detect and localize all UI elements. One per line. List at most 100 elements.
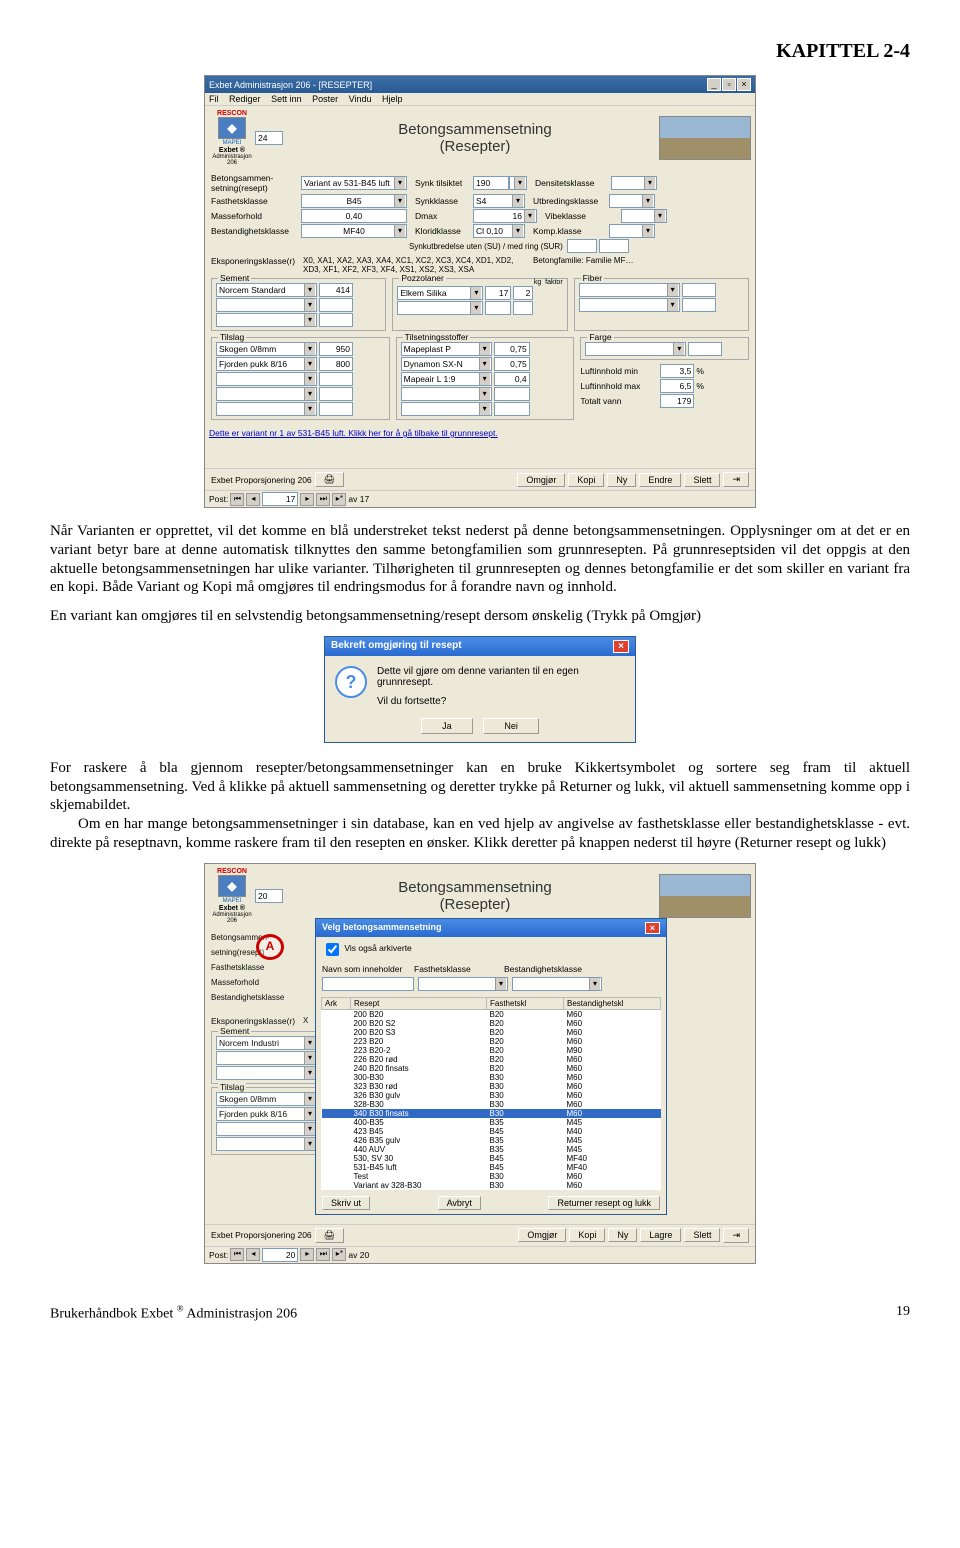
tilslag-2v[interactable]: 800 (319, 357, 353, 371)
bg-tilslag-3[interactable] (216, 1122, 317, 1136)
fld-luftmin[interactable]: 3,5 (660, 364, 694, 378)
fld-dmax[interactable]: 16 (473, 209, 537, 223)
btn2-slett[interactable]: Slett (684, 1228, 720, 1242)
tilslag-3[interactable] (216, 372, 317, 386)
fld-masse[interactable]: 0,40 (301, 209, 407, 223)
bg-sement-2[interactable] (216, 1051, 317, 1065)
tilset-5[interactable] (401, 402, 492, 416)
btn-nei[interactable]: Nei (483, 718, 539, 734)
nav-first-2[interactable]: ⏮ (230, 1248, 244, 1261)
tilslag-2[interactable]: Fjorden pukk 8/16 (216, 357, 317, 371)
nav-next-2[interactable]: ▸ (300, 1248, 314, 1261)
bg-sement-3[interactable] (216, 1066, 317, 1080)
tilslag-4[interactable] (216, 387, 317, 401)
pozz-kg2[interactable] (485, 301, 511, 315)
filter-best[interactable] (512, 977, 602, 991)
table-row[interactable]: 223 B20B20M60 (322, 1037, 661, 1046)
pozz-name[interactable]: Elkem Silika (397, 286, 483, 300)
dd-synk[interactable] (509, 176, 527, 190)
bg-sement-name[interactable]: Norcem Industri (216, 1036, 317, 1050)
fld-su[interactable] (567, 239, 597, 253)
close-icon[interactable]: × (613, 640, 629, 653)
menu-poster[interactable]: Poster (312, 94, 338, 104)
tilset-2v[interactable]: 0,75 (494, 357, 530, 371)
tilset-4v[interactable] (494, 387, 530, 401)
pozz-fak2[interactable] (513, 301, 533, 315)
menu-hjelp[interactable]: Hjelp (382, 94, 403, 104)
table-row[interactable]: 223 B20-2B20M90 (322, 1046, 661, 1055)
table-row[interactable]: 200 B20B20M60 (322, 1009, 661, 1019)
table-row[interactable]: 423 B45B45M40 (322, 1127, 661, 1136)
fld-totvann[interactable]: 179 (660, 394, 694, 408)
bg-tilslag-4[interactable] (216, 1137, 317, 1151)
table-row[interactable]: 200 B20 S3B20M60 (322, 1028, 661, 1037)
nav-last-2[interactable]: ⏭ (316, 1248, 330, 1261)
nav-next[interactable]: ▸ (300, 493, 314, 506)
menu-fil[interactable]: Fil (209, 94, 219, 104)
fld-luftmax[interactable]: 6,5 (660, 379, 694, 393)
fld-klorid[interactable]: Cl 0,10 (473, 224, 525, 238)
fld-best[interactable]: MF40 (301, 224, 407, 238)
table-row[interactable]: Variant av 328-B30B30M60 (322, 1181, 661, 1190)
pozz-fak[interactable]: 2 (513, 286, 533, 300)
menu-rediger[interactable]: Rediger (229, 94, 261, 104)
fld-utbr[interactable] (609, 194, 655, 208)
table-row[interactable]: 531-B45 luftB45MF40 (322, 1163, 661, 1172)
bg-tilslag-2[interactable]: Fjorden pukk 8/16 (216, 1107, 317, 1121)
fiber-val2[interactable] (682, 298, 716, 312)
tilset-3[interactable]: Mapeair L 1:9 (401, 372, 492, 386)
fld-synk[interactable]: 190 (473, 176, 509, 190)
fld-komp[interactable] (609, 224, 655, 238)
fiber-name2[interactable] (579, 298, 680, 312)
sement-val[interactable]: 414 (319, 283, 353, 297)
exit-icon-2[interactable]: ⇥ (723, 1228, 749, 1243)
tilslag-5[interactable] (216, 402, 317, 416)
tilset-2[interactable]: Dynamon SX-N (401, 357, 492, 371)
col-best[interactable]: Bestandighetskl (564, 997, 661, 1009)
sement-name2[interactable] (216, 298, 317, 312)
table-row[interactable]: 226 B20 rødB20M60 (322, 1055, 661, 1064)
pozz-name2[interactable] (397, 301, 483, 315)
table-row[interactable]: 426 B35 gulvB35M45 (322, 1136, 661, 1145)
fiber-val[interactable] (682, 283, 716, 297)
menubar[interactable]: Fil Rediger Sett inn Poster Vindu Hjelp (205, 93, 755, 106)
status-num-2[interactable]: 20 (262, 1248, 298, 1262)
tilset-3v[interactable]: 0,4 (494, 372, 530, 386)
fld-dens[interactable] (611, 176, 657, 190)
btn-ny[interactable]: Ny (607, 473, 636, 487)
fld-sur[interactable] (599, 239, 629, 253)
fiber-name[interactable] (579, 283, 680, 297)
nav-first[interactable]: ⏮ (230, 493, 244, 506)
tilslag-3v[interactable] (319, 372, 353, 386)
btn-omgjor[interactable]: Omgjør (517, 473, 565, 487)
chk-archived[interactable]: Vis også arkiverte (322, 943, 412, 953)
table-row[interactable]: 240 B20 finsatsB20M60 (322, 1064, 661, 1073)
btn-kopi[interactable]: Kopi (568, 473, 604, 487)
window-controls[interactable]: _▫× (706, 78, 751, 91)
nav-prev[interactable]: ◂ (246, 493, 260, 506)
pozz-kg[interactable]: 17 (485, 286, 511, 300)
variant-link[interactable]: Dette er variant nr 1 av 531-B45 luft. K… (205, 426, 755, 440)
tilset-5v[interactable] (494, 402, 530, 416)
filter-fasthet[interactable] (418, 977, 508, 991)
sement-name[interactable]: Norcem Standard (216, 283, 317, 297)
fld-fasthet[interactable]: B45 (301, 194, 407, 208)
table-row[interactable]: 326 B30 gulvB30M60 (322, 1091, 661, 1100)
btn-ja[interactable]: Ja (421, 718, 473, 734)
exit-icon[interactable]: ⇥ (723, 472, 749, 487)
btn-avbryt[interactable]: Avbryt (438, 1196, 481, 1210)
btn-endre[interactable]: Endre (639, 473, 681, 487)
table-row[interactable]: 300-B30B30M60 (322, 1073, 661, 1082)
col-fasthet[interactable]: Fasthetskl (487, 997, 564, 1009)
filter-navn[interactable] (322, 977, 414, 991)
btn2-lagre[interactable]: Lagre (640, 1228, 681, 1242)
sement-val2[interactable] (319, 298, 353, 312)
tilslag-1[interactable]: Skogen 0/8mm (216, 342, 317, 356)
fld-synkklasse[interactable]: S4 (473, 194, 525, 208)
bg-tilslag-1[interactable]: Skogen 0/8mm (216, 1092, 317, 1106)
print-icon[interactable]: 🖨 (315, 472, 344, 487)
menu-settinn[interactable]: Sett inn (271, 94, 302, 104)
table-row[interactable]: TestB30M60 (322, 1172, 661, 1181)
tilset-1v[interactable]: 0,75 (494, 342, 530, 356)
table-row[interactable]: 328-B30B30M60 (322, 1100, 661, 1109)
